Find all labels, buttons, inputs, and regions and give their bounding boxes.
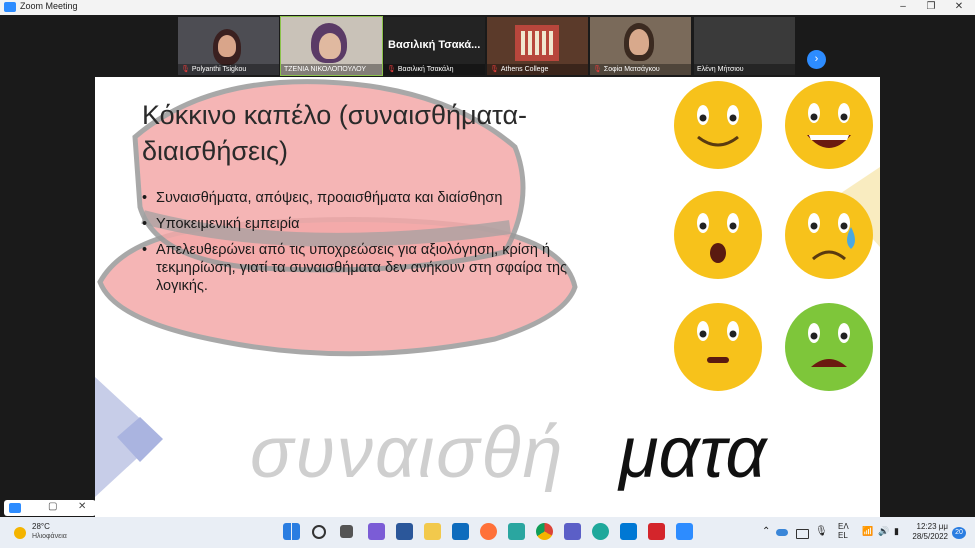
participant-tile[interactable]: 🎙 Athens College bbox=[487, 17, 588, 75]
zoom-mini-controls: ▢ ✕ bbox=[4, 500, 96, 516]
sun-icon bbox=[14, 527, 26, 539]
mail-icon[interactable] bbox=[452, 523, 469, 540]
shared-slide: Κόκκινο καπέλο (συναισθήματα- διαισθήσει… bbox=[95, 77, 880, 517]
close-button[interactable]: ✕ bbox=[945, 0, 973, 15]
zoom-logo-icon bbox=[4, 2, 16, 12]
file-explorer-icon[interactable] bbox=[424, 523, 441, 540]
participant-face bbox=[629, 29, 649, 55]
taskbar: 28°C Ηλιοφάνεια ⌃ 🎙 ΕΛ EL 📶 🔊 ▮ 12:23 μμ… bbox=[0, 517, 975, 548]
slide-title: Κόκκινο καπέλο (συναισθήματα- διαισθήσει… bbox=[142, 100, 528, 166]
participant-name: ΤΖΕΝΙΑ ΝΙΚΟΛΟΠΟΥΛΟΥ bbox=[284, 66, 367, 73]
next-participants-button[interactable]: › bbox=[807, 50, 826, 69]
minimize-button[interactable]: – bbox=[889, 0, 917, 15]
bullet-item: Απελευθερώνει από τις υποχρεώσεις για αξ… bbox=[142, 241, 582, 295]
smiley-neutral-icon bbox=[674, 303, 762, 391]
smiley-crying-icon bbox=[785, 191, 873, 279]
volume-icon[interactable]: 🔊 bbox=[878, 526, 889, 537]
participant-face bbox=[218, 35, 236, 57]
battery-icon[interactable] bbox=[796, 529, 809, 539]
search-icon[interactable] bbox=[312, 525, 326, 539]
microphone-icon[interactable]: 🎙 bbox=[815, 526, 828, 537]
muted-mic-icon: 🎙 bbox=[490, 66, 499, 73]
edge-icon[interactable] bbox=[592, 523, 609, 540]
participant-name: Ελένη Μήτσιου bbox=[697, 66, 744, 73]
zoom-mini-icon[interactable] bbox=[9, 503, 21, 513]
participant-tile[interactable]: 🎙 Σοφία Ματσάγκου bbox=[590, 17, 691, 75]
wifi-icon[interactable]: 📶 bbox=[862, 526, 873, 537]
participant-strip: 🎙 Polyanthi Tsigkou ΤΖΕΝΙΑ ΝΙΚΟΛΟΠΟΥΛΟΥ Β… bbox=[0, 15, 975, 77]
firefox-icon[interactable] bbox=[480, 523, 497, 540]
participant-name: Βασιλική Τσακάλη bbox=[397, 66, 454, 73]
smiley-sick-icon bbox=[785, 303, 873, 391]
smiley-laughing-icon bbox=[785, 81, 873, 169]
bullet-item: Υποκειμενική εμπειρία bbox=[142, 215, 582, 233]
big-word-black: ματα bbox=[619, 413, 767, 493]
window-title: Zoom Meeting bbox=[20, 1, 78, 11]
maximize-button[interactable]: ❐ bbox=[917, 0, 945, 15]
smiley-happy-icon bbox=[674, 81, 762, 169]
outlook-icon[interactable] bbox=[620, 523, 637, 540]
chevron-right-icon: › bbox=[814, 53, 819, 65]
onedrive-icon[interactable] bbox=[776, 529, 788, 536]
clock[interactable]: 12:23 μμ 28/5/2022 bbox=[912, 522, 948, 542]
participant-name: Polyanthi Tsigkou bbox=[191, 66, 247, 73]
participant-display-name: Βασιλική Τσακά... bbox=[388, 39, 481, 51]
word-icon[interactable] bbox=[396, 523, 413, 540]
teams-chat-icon[interactable] bbox=[368, 523, 385, 540]
acrobat-icon[interactable] bbox=[648, 523, 665, 540]
participant-name: Σοφία Ματσάγκου bbox=[603, 66, 660, 73]
weather-desc: Ηλιοφάνεια bbox=[32, 533, 67, 540]
windows-start-icon[interactable] bbox=[283, 523, 300, 540]
teams-icon[interactable] bbox=[564, 523, 581, 540]
building-windows bbox=[521, 31, 553, 55]
weather-temp: 28°C bbox=[32, 522, 50, 531]
power-icon[interactable]: ▮ bbox=[894, 526, 899, 537]
close-mini-icon[interactable]: ✕ bbox=[78, 501, 86, 512]
restore-window-icon[interactable]: ▢ bbox=[48, 501, 57, 512]
bullet-item: Συναισθήματα, απόψεις, προαισθήματα και … bbox=[142, 189, 582, 207]
language-indicator[interactable]: ΕΛ EL bbox=[838, 522, 849, 540]
smiley-surprised-icon bbox=[674, 191, 762, 279]
participant-tile-active[interactable]: ΤΖΕΝΙΑ ΝΙΚΟΛΟΠΟΥΛΟΥ bbox=[280, 16, 383, 76]
big-word-gray: συναισθή bbox=[250, 413, 565, 493]
title-bar: Zoom Meeting – ❐ ✕ bbox=[0, 0, 975, 15]
participant-face bbox=[319, 33, 341, 59]
muted-mic-icon: 🎙 bbox=[387, 66, 396, 73]
muted-mic-icon: 🎙 bbox=[593, 66, 602, 73]
notification-badge[interactable]: 20 bbox=[952, 527, 966, 539]
chevron-up-icon[interactable]: ⌃ bbox=[762, 526, 770, 537]
participant-tile[interactable]: Ελένη Μήτσιου bbox=[694, 17, 795, 75]
muted-mic-icon: 🎙 bbox=[181, 66, 190, 73]
task-view-icon[interactable] bbox=[340, 525, 353, 538]
chrome-icon[interactable] bbox=[536, 523, 553, 540]
participant-tile[interactable]: 🎙 Polyanthi Tsigkou bbox=[178, 17, 279, 75]
participant-tile[interactable]: Βασιλική Τσακά... 🎙 Βασιλική Τσακάλη bbox=[384, 17, 485, 75]
store-icon[interactable] bbox=[508, 523, 525, 540]
slide-bullets: Συναισθήματα, απόψεις, προαισθήματα και … bbox=[142, 189, 582, 303]
zoom-taskbar-icon[interactable] bbox=[676, 523, 693, 540]
participant-name: Athens College bbox=[500, 66, 549, 73]
